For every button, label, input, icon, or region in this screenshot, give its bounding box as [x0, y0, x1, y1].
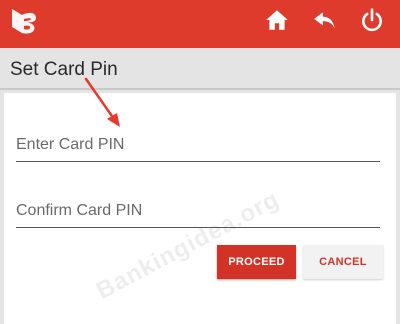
proceed-button[interactable]: PROCEED — [217, 245, 296, 279]
cancel-button[interactable]: CANCEL — [303, 245, 383, 279]
top-bar — [0, 0, 400, 48]
back-icon[interactable] — [312, 7, 338, 33]
confirm-pin-input[interactable] — [16, 197, 380, 225]
power-icon[interactable] — [359, 7, 385, 33]
enter-pin-input[interactable] — [16, 131, 380, 159]
home-icon[interactable] — [264, 7, 290, 33]
confirm-pin-field — [16, 197, 380, 228]
bank-logo-icon — [12, 9, 36, 34]
pin-form-card: Bankingidea.org PROCEED CANCEL — [4, 93, 396, 324]
title-bar: Set Card Pin — [0, 48, 400, 90]
annotation-arrow-icon — [84, 77, 120, 127]
enter-pin-field — [16, 131, 380, 162]
